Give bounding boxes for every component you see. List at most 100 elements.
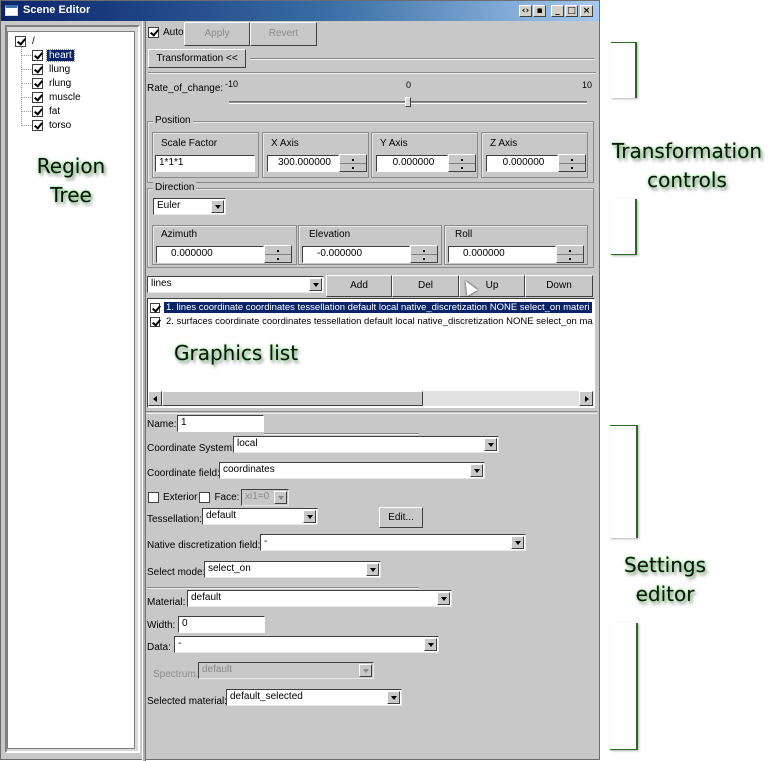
spectrum-select[interactable]: default bbox=[198, 662, 374, 679]
auto-checkbox[interactable] bbox=[148, 27, 159, 38]
chevron-down-icon[interactable] bbox=[424, 638, 437, 651]
tree-item-torso[interactable]: torso bbox=[32, 119, 73, 132]
graphic-visibility-checkbox[interactable] bbox=[150, 302, 160, 313]
window-icon bbox=[5, 5, 18, 16]
select-mode-select[interactable]: select_on bbox=[204, 561, 381, 578]
chevron-down-icon[interactable] bbox=[359, 664, 372, 677]
z-axis-spinner[interactable] bbox=[558, 154, 586, 172]
width-input[interactable]: 0 bbox=[178, 616, 265, 633]
chevron-down-icon[interactable] bbox=[484, 438, 497, 451]
x-axis-input[interactable]: 300.000000 bbox=[267, 155, 339, 172]
annotation-line: Region bbox=[36, 154, 106, 178]
native-discretization-value: - bbox=[264, 536, 268, 547]
tree-item-label: rlung bbox=[49, 78, 72, 89]
exterior-checkbox[interactable] bbox=[148, 492, 159, 503]
tree-item-label: heart bbox=[46, 49, 75, 62]
scroll-left-button[interactable] bbox=[148, 391, 162, 406]
chevron-down-icon[interactable] bbox=[303, 510, 316, 523]
exterior-checkbox-row[interactable]: Exterior Face: bbox=[148, 492, 239, 503]
tree-item-label: torso bbox=[49, 120, 72, 131]
rate-slider-thumb[interactable] bbox=[405, 97, 411, 107]
apply-button[interactable]: Apply bbox=[184, 22, 250, 46]
elevation-spinner[interactable] bbox=[410, 245, 438, 263]
y-axis-input[interactable]: 0.000000 bbox=[376, 155, 448, 172]
chevron-down-icon[interactable] bbox=[366, 563, 379, 576]
minimize-icon[interactable]: _ bbox=[551, 5, 564, 17]
transformation-toggle-button[interactable]: Transformation << bbox=[148, 49, 246, 68]
data-field-value: - bbox=[178, 638, 182, 649]
settings-splitter[interactable] bbox=[146, 411, 597, 414]
muscle-checkbox[interactable] bbox=[32, 92, 43, 103]
revert-button[interactable]: Revert bbox=[250, 22, 317, 46]
graphics-list-hscrollbar[interactable] bbox=[148, 391, 594, 406]
selected-material-select[interactable]: default_selected bbox=[226, 689, 402, 706]
tree-item-llung[interactable]: llung bbox=[32, 63, 72, 76]
root-checkbox[interactable] bbox=[15, 36, 26, 47]
tessellation-edit-button[interactable]: Edit... bbox=[379, 507, 423, 528]
elevation-input[interactable]: -0.000000 bbox=[302, 246, 410, 263]
tessellation-select[interactable]: default bbox=[202, 508, 318, 525]
z-axis-input[interactable]: 0.000000 bbox=[486, 155, 558, 172]
tree-item-root[interactable]: / bbox=[15, 35, 37, 48]
region-tree[interactable]: / heart llung rlung muscle fat torso Reg… bbox=[7, 31, 135, 749]
rate-max-label: 10 bbox=[582, 80, 593, 90]
graphics-list-item[interactable]: 2. surfaces coordinate coordinates tesse… bbox=[150, 315, 594, 328]
float-icon[interactable]: ▪ bbox=[533, 5, 546, 17]
roll-input[interactable]: 0.000000 bbox=[448, 246, 556, 263]
tree-line bbox=[22, 69, 31, 70]
tree-item-muscle[interactable]: muscle bbox=[32, 91, 83, 104]
heart-checkbox[interactable] bbox=[32, 50, 43, 61]
name-input[interactable]: 1 bbox=[177, 415, 264, 432]
chevron-down-icon[interactable] bbox=[387, 691, 400, 704]
fat-checkbox[interactable] bbox=[32, 106, 43, 117]
settings-bracket-bottom bbox=[610, 623, 638, 750]
chevron-down-icon[interactable] bbox=[437, 592, 450, 605]
elevation-label: Elevation bbox=[309, 229, 351, 240]
native-discretization-select[interactable]: - bbox=[260, 534, 526, 551]
title-bar[interactable]: Scene Editor ‹› ▪ _ □ × bbox=[1, 1, 599, 21]
coordinate-field-select[interactable]: coordinates bbox=[219, 462, 485, 479]
chevron-down-icon[interactable] bbox=[274, 491, 287, 504]
azimuth-spinner[interactable] bbox=[264, 245, 292, 263]
tree-item-fat[interactable]: fat bbox=[32, 105, 62, 118]
chevron-down-icon[interactable] bbox=[511, 536, 524, 549]
material-select[interactable]: default bbox=[187, 590, 452, 607]
graphic-visibility-checkbox[interactable] bbox=[150, 316, 160, 327]
material-label: Material: bbox=[147, 597, 186, 608]
dock-toggle-icon[interactable]: ‹› bbox=[519, 5, 532, 17]
azimuth-input[interactable]: 0.000000 bbox=[156, 246, 264, 263]
x-axis-spinner[interactable] bbox=[339, 154, 367, 172]
torso-checkbox[interactable] bbox=[32, 120, 43, 131]
move-down-button[interactable]: Down bbox=[525, 275, 593, 297]
annotation-line: controls bbox=[647, 168, 727, 192]
maximize-icon[interactable]: □ bbox=[565, 5, 578, 17]
tree-item-heart[interactable]: heart bbox=[32, 49, 75, 62]
y-axis-spinner[interactable] bbox=[448, 154, 476, 172]
scale-factor-input[interactable]: 1*1*1 bbox=[155, 155, 255, 172]
tessellation-label: Tessellation: bbox=[147, 514, 203, 525]
roll-spinner[interactable] bbox=[556, 245, 584, 263]
tree-item-rlung[interactable]: rlung bbox=[32, 77, 73, 90]
scrollbar-thumb[interactable] bbox=[162, 391, 423, 406]
coordinate-system-label: Coordinate System: bbox=[147, 443, 235, 454]
delete-graphic-button[interactable]: Del bbox=[392, 275, 459, 297]
scale-factor-box: Scale Factor 1*1*1 bbox=[152, 132, 259, 178]
add-graphic-button[interactable]: Add bbox=[326, 275, 392, 297]
llung-checkbox[interactable] bbox=[32, 64, 43, 75]
auto-checkbox-row[interactable]: Auto bbox=[148, 27, 184, 38]
tree-line bbox=[22, 83, 31, 84]
annotation-graphics-list: Graphics list bbox=[174, 341, 299, 365]
face-select[interactable]: xi1=0 bbox=[241, 489, 289, 506]
scroll-right-button[interactable] bbox=[579, 391, 593, 406]
face-checkbox[interactable] bbox=[199, 492, 211, 503]
chevron-down-icon[interactable] bbox=[211, 200, 224, 213]
rlung-checkbox[interactable] bbox=[32, 78, 43, 89]
data-field-select[interactable]: - bbox=[174, 636, 439, 653]
graphics-type-select[interactable]: lines bbox=[147, 276, 324, 293]
close-icon[interactable]: × bbox=[580, 5, 593, 17]
chevron-down-icon[interactable] bbox=[470, 464, 483, 477]
coordinate-system-select[interactable]: local bbox=[233, 436, 499, 453]
direction-mode-select[interactable]: Euler bbox=[153, 198, 226, 215]
graphics-list-item[interactable]: 1. lines coordinate coordinates tessella… bbox=[150, 301, 592, 314]
chevron-down-icon[interactable] bbox=[309, 278, 322, 291]
